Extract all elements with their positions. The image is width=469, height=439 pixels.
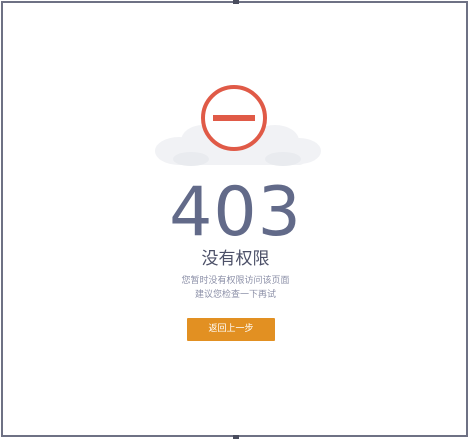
error-message-line1: 您暂时没有权限访问该页面 [181,276,290,286]
forbidden-icon [201,85,267,151]
frame-handle-top [233,0,239,4]
frame-handle-bottom [233,435,239,439]
back-button[interactable]: 返回上一步 [187,318,275,341]
error-code: 403 [169,173,302,252]
error-title: 没有权限 [201,249,270,269]
page-frame: 403 没有权限 您暂时没有权限访问该页面 建议您检查一下再试 返回上一步 [1,0,468,439]
error-message-line2: 建议您检查一下再试 [194,290,276,300]
